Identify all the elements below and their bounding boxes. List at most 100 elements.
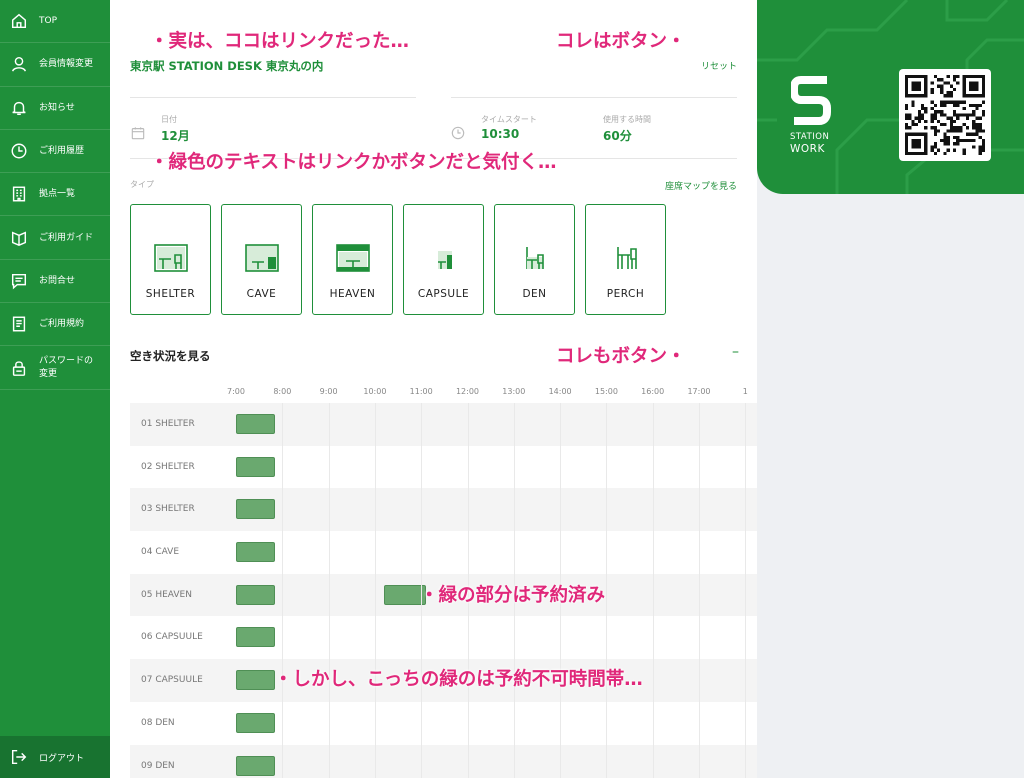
- booked-block[interactable]: [236, 499, 276, 520]
- qr-module: [978, 123, 982, 127]
- qr-module: [978, 148, 982, 152]
- qr-module: [917, 116, 921, 120]
- qr-module: [940, 113, 944, 117]
- qr-module: [908, 116, 912, 120]
- date-label: 日付: [161, 115, 177, 124]
- start-time-value[interactable]: 10:30: [481, 127, 519, 141]
- qr-module: [981, 87, 985, 91]
- annotation-link: ・実は、ココはリンクだった…: [150, 31, 410, 52]
- qr-module: [924, 91, 928, 95]
- sidebar-item-contact[interactable]: お問合せ: [0, 260, 110, 304]
- sidebar-item-label: ご利用履歴: [39, 145, 85, 156]
- qr-module: [953, 119, 957, 123]
- qr-module: [972, 123, 976, 127]
- booked-block[interactable]: [236, 670, 276, 691]
- qr-module: [962, 148, 966, 152]
- sidebar-item-label: お問合せ: [39, 275, 76, 286]
- sidebar-item-label: ご利用規約: [39, 319, 85, 330]
- type-card-capsule[interactable]: CAPSULE: [403, 204, 484, 315]
- qr-module: [959, 113, 963, 117]
- qr-module: [949, 116, 953, 120]
- qr-module: [917, 87, 921, 91]
- qr-module: [914, 87, 918, 91]
- duration-value[interactable]: 60分: [603, 127, 632, 144]
- qr-module: [933, 110, 937, 114]
- qr-module: [959, 100, 963, 104]
- reset-button[interactable]: リセット: [701, 59, 737, 72]
- sidebar-item-member-info[interactable]: 会員情報変更: [0, 43, 110, 87]
- main-content: 東京駅 STATION DESK 東京丸の内 リセット 日付 12月 タイムスタ…: [110, 0, 757, 778]
- heaven-icon: [335, 244, 370, 272]
- qr-module: [924, 110, 928, 114]
- qr-module: [975, 75, 979, 79]
- booked-block[interactable]: [236, 584, 276, 605]
- qr-module: [933, 103, 937, 107]
- qr-module: [981, 142, 985, 146]
- sidebar-item-notices[interactable]: お知らせ: [0, 87, 110, 130]
- qr-module: [924, 139, 928, 143]
- location-link[interactable]: 東京駅 STATION DESK 東京丸の内: [130, 58, 323, 74]
- qr-module: [981, 129, 985, 133]
- qr-module: [905, 139, 909, 143]
- qr-module: [911, 75, 915, 79]
- booked-block[interactable]: [236, 627, 276, 648]
- qr-module: [956, 116, 960, 120]
- qr-module: [905, 87, 909, 91]
- sidebar-item-history[interactable]: ご利用履歴: [0, 130, 110, 174]
- qr-module: [905, 84, 909, 88]
- qr-module: [946, 94, 950, 98]
- qr-module: [962, 113, 966, 117]
- qr-module: [946, 139, 950, 143]
- qr-module: [949, 123, 953, 127]
- booked-block[interactable]: [236, 456, 276, 477]
- seat-map-link[interactable]: 座席マップを見る: [665, 179, 737, 192]
- qr-module: [956, 129, 960, 133]
- type-card-perch[interactable]: PERCH: [585, 204, 666, 315]
- date-value[interactable]: 12月: [161, 127, 190, 144]
- type-card-den[interactable]: DEN: [494, 204, 575, 315]
- qr-module: [930, 148, 934, 152]
- booked-block[interactable]: [236, 755, 276, 776]
- booked-block[interactable]: [236, 712, 276, 733]
- qr-module: [908, 132, 912, 136]
- sidebar-item-guide[interactable]: ご利用ガイド: [0, 216, 110, 260]
- sidebar-item-terms[interactable]: ご利用規約: [0, 303, 110, 347]
- type-card-shelter[interactable]: SHELTER: [130, 204, 211, 315]
- annotation-toggle: コレもボタン・: [556, 346, 686, 367]
- timeline-row: 08 DEN: [130, 702, 757, 745]
- qr-module: [962, 94, 966, 98]
- timeline-row: 06 CAPSUULE: [130, 616, 757, 659]
- availability-toggle-button[interactable]: –: [732, 344, 739, 360]
- booked-block[interactable]: [236, 542, 276, 563]
- qr-module: [962, 151, 966, 155]
- qr-module: [933, 151, 937, 155]
- qr-module: [978, 129, 982, 133]
- logout-button[interactable]: ログアウト: [0, 736, 110, 778]
- qr-module: [975, 107, 979, 111]
- hour-axis: 7:00 8:00 9:00 10:00 11:00 12:00 13:00 14:00 15:…: [130, 386, 757, 402]
- hour-gridline: [652, 403, 654, 778]
- lock-icon: [10, 359, 28, 377]
- sidebar-item-top[interactable]: TOP: [0, 0, 110, 44]
- hour-gridline: [699, 403, 700, 778]
- qr-module: [940, 123, 944, 127]
- qr-module: [917, 84, 921, 88]
- type-card-heaven[interactable]: HEAVEN: [312, 204, 393, 315]
- sidebar-item-locations[interactable]: 拠点一覧: [0, 173, 110, 217]
- qr-module: [975, 81, 979, 85]
- qr-module: [969, 113, 973, 117]
- type-name: HEAVEN: [329, 288, 376, 300]
- qr-module: [975, 132, 979, 136]
- qr-module: [905, 113, 909, 117]
- qr-module: [937, 119, 941, 123]
- qr-module: [921, 94, 925, 98]
- qr-module: [953, 113, 957, 117]
- booked-block[interactable]: [236, 414, 276, 434]
- annotation-unavailable: ・しかし、こっちの緑のは予約不可時間帯…: [274, 669, 643, 690]
- qr-module: [911, 145, 915, 149]
- sidebar-item-password[interactable]: パスワードの 変更: [0, 346, 110, 390]
- hour-gridline: [374, 403, 376, 778]
- qr-module: [975, 84, 979, 88]
- type-card-cave[interactable]: CAVE: [221, 204, 302, 315]
- row-name: 05 HEAVEN: [141, 589, 192, 600]
